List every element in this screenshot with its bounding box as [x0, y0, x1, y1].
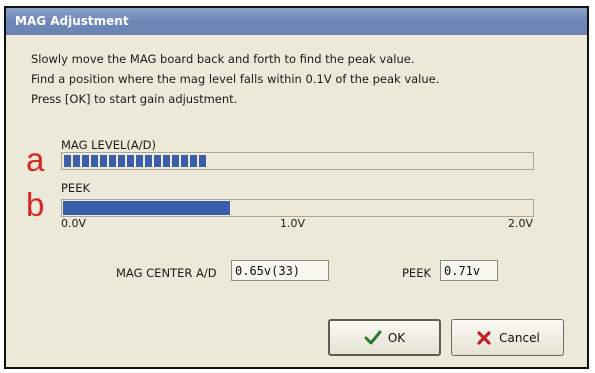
- checkmark-icon: [364, 330, 382, 344]
- mag-level-bar: [61, 152, 534, 170]
- peek-label: PEEK: [61, 181, 91, 195]
- mag-level-segment: [190, 155, 197, 167]
- instruction-line-3: Press [OK] to start gain adjustment.: [31, 92, 238, 106]
- mag-level-segment: [127, 155, 134, 167]
- scale-min-label: 0.0V: [61, 217, 87, 230]
- mag-level-label: MAG LEVEL(A/D): [61, 138, 156, 152]
- cancel-button-label: Cancel: [499, 330, 540, 345]
- peek-bar: [61, 199, 534, 217]
- dialog-window: MAG Adjustment Slowly move the MAG board…: [4, 6, 589, 369]
- mag-level-segment: [199, 155, 206, 167]
- mag-level-segment: [136, 155, 143, 167]
- mag-level-fill: [64, 155, 206, 167]
- scale-max-label: 2.0V: [508, 217, 534, 230]
- instructions: Slowly move the MAG board back and forth…: [31, 49, 439, 109]
- instruction-line-2: Find a position where the mag level fall…: [31, 72, 440, 86]
- scale-mid-label: 1.0V: [280, 217, 306, 230]
- mag-level-segment: [64, 155, 71, 167]
- mag-level-segment: [145, 155, 152, 167]
- mag-level-segment: [181, 155, 188, 167]
- mag-level-segment: [82, 155, 89, 167]
- mag-level-segment: [73, 155, 80, 167]
- window-title: MAG Adjustment: [6, 8, 587, 35]
- instruction-line-1: Slowly move the MAG board back and forth…: [31, 52, 415, 66]
- mag-level-segment: [163, 155, 170, 167]
- annotation-b: b: [26, 186, 45, 223]
- x-icon: [477, 330, 491, 345]
- annotation-a: a: [26, 141, 45, 178]
- mag-level-segment: [91, 155, 98, 167]
- peek-value-label: PEEK: [402, 266, 432, 280]
- ok-button[interactable]: OK: [328, 319, 441, 356]
- peek-fill: [63, 201, 230, 215]
- ok-button-label: OK: [387, 330, 406, 345]
- mag-center-value: 0.65v(33): [231, 260, 329, 281]
- mag-level-segment: [172, 155, 179, 167]
- cancel-button[interactable]: Cancel: [451, 319, 564, 356]
- mag-level-segment: [100, 155, 107, 167]
- mag-level-segment: [154, 155, 161, 167]
- mag-level-segment: [109, 155, 116, 167]
- peek-value: 0.71v: [440, 260, 498, 281]
- mag-level-segment: [118, 155, 125, 167]
- dialog-body: Slowly move the MAG board back and forth…: [6, 35, 587, 367]
- mag-center-label: MAG CENTER A/D: [116, 266, 217, 280]
